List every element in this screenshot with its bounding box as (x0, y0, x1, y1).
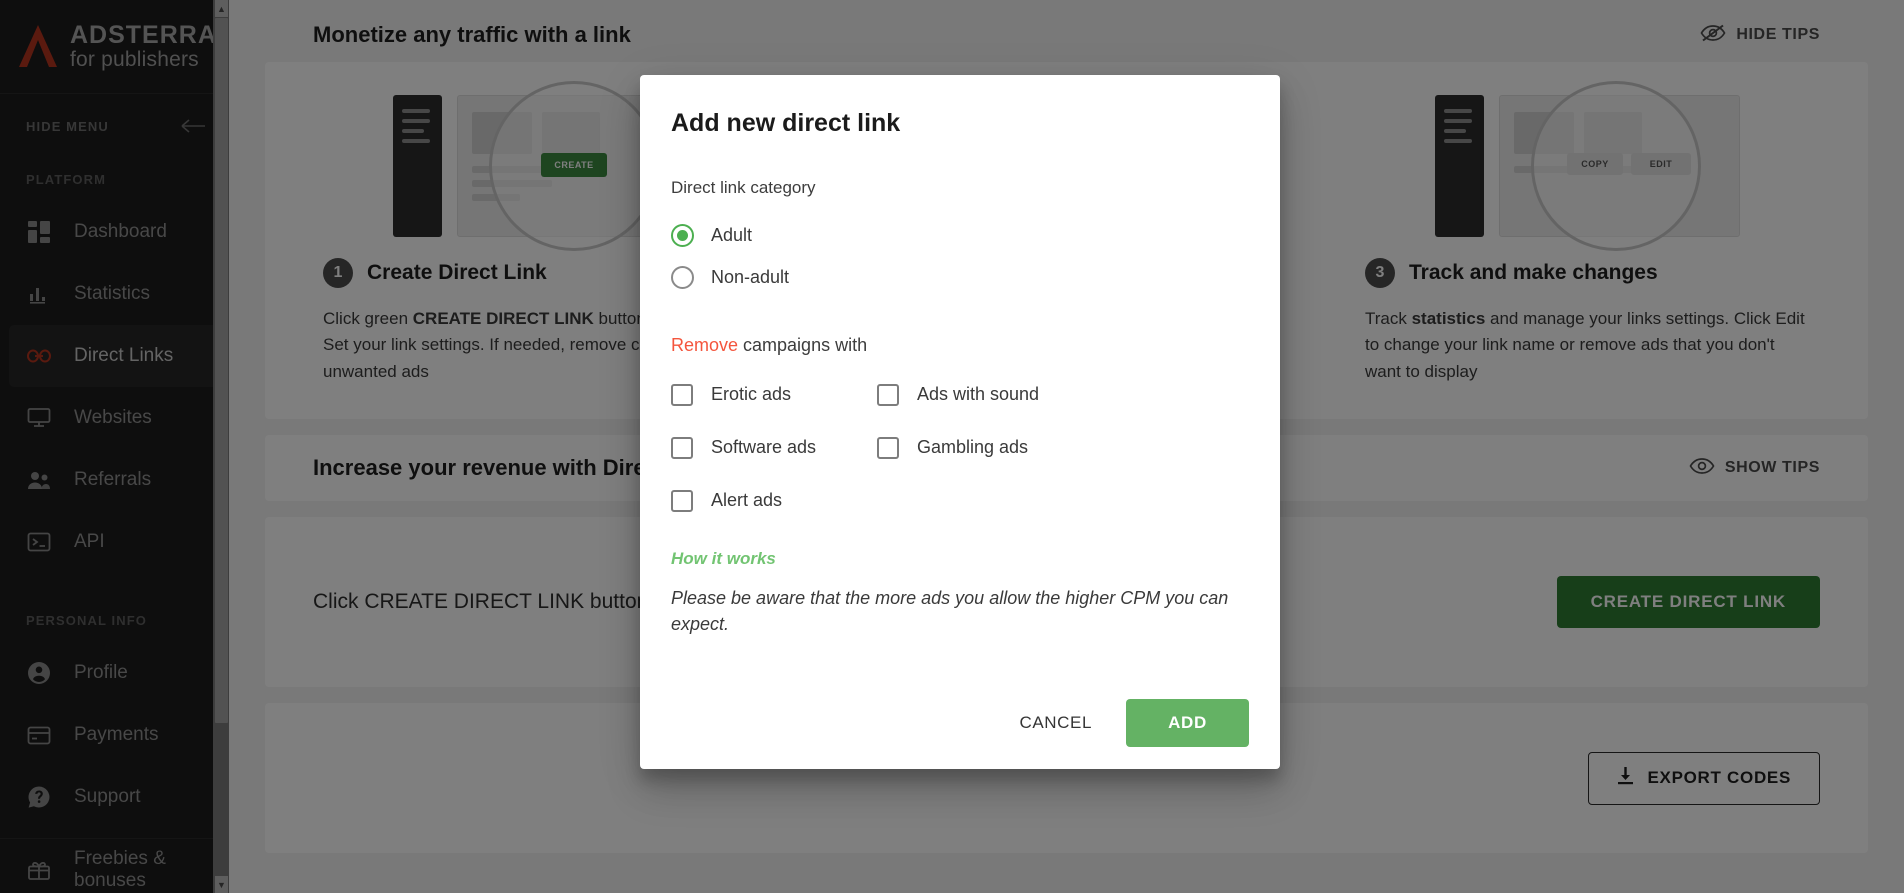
radio-label: Adult (711, 225, 752, 246)
grid-spacer (877, 474, 1249, 527)
checkbox-label: Erotic ads (711, 384, 791, 405)
checkbox-icon[interactable] (671, 490, 693, 512)
remove-campaigns-heading: Remove campaigns with (671, 335, 1249, 356)
app-root: ADSTERRA for publishers HIDE MENU PLATFO… (0, 0, 1904, 893)
radio-label: Non-adult (711, 267, 789, 288)
checkbox-icon[interactable] (877, 437, 899, 459)
radio-option-adult[interactable]: Adult (671, 214, 1249, 256)
checkbox-icon[interactable] (877, 384, 899, 406)
remove-word: Remove (671, 335, 738, 355)
dialog-actions: CANCEL ADD (671, 699, 1249, 747)
checkbox-erotic-ads[interactable]: Erotic ads (671, 368, 877, 421)
checkbox-software-ads[interactable]: Software ads (671, 421, 877, 474)
add-direct-link-dialog: Add new direct link Direct link category… (640, 75, 1280, 769)
how-it-works-title: How it works (671, 549, 1249, 569)
radio-icon-unchecked[interactable] (671, 266, 694, 289)
checkbox-label: Ads with sound (917, 384, 1039, 405)
radio-icon-checked[interactable] (671, 224, 694, 247)
checkbox-icon[interactable] (671, 384, 693, 406)
radio-option-non-adult[interactable]: Non-adult (671, 256, 1249, 298)
remove-campaigns-checkbox-grid: Erotic ads Ads with sound Software ads G… (671, 368, 1249, 527)
checkbox-icon[interactable] (671, 437, 693, 459)
category-label: Direct link category (671, 178, 1249, 198)
add-button[interactable]: ADD (1126, 699, 1249, 747)
how-it-works-body: Please be aware that the more ads you al… (671, 585, 1249, 637)
checkbox-label: Gambling ads (917, 437, 1028, 458)
checkbox-ads-with-sound[interactable]: Ads with sound (877, 368, 1249, 421)
checkbox-label: Software ads (711, 437, 816, 458)
cancel-button[interactable]: CANCEL (993, 699, 1118, 747)
checkbox-alert-ads[interactable]: Alert ads (671, 474, 877, 527)
checkbox-gambling-ads[interactable]: Gambling ads (877, 421, 1249, 474)
remove-rest: campaigns with (738, 335, 867, 355)
dialog-title: Add new direct link (671, 109, 1249, 138)
checkbox-label: Alert ads (711, 490, 782, 511)
